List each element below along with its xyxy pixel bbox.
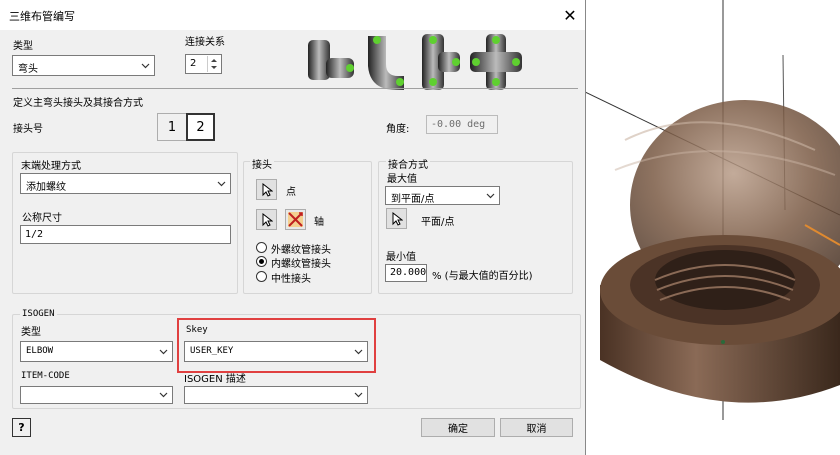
dialog-title: 三维布管编写 <box>9 10 75 23</box>
chevron-down-icon <box>354 349 363 355</box>
point-label: 点 <box>286 187 296 198</box>
min-value: 20.000 <box>390 267 427 278</box>
isogen-type-value: ELBOW <box>26 346 54 356</box>
connections-value: 2 <box>190 58 197 69</box>
item-code-label: ITEM-CODE <box>21 371 70 381</box>
female-thread-label: 内螺纹管接头 <box>271 259 331 270</box>
chevron-down-icon <box>141 63 150 69</box>
male-thread-radio[interactable] <box>256 242 267 253</box>
min-value-suffix: % (与最大值的百分比) <box>432 271 533 282</box>
connections-label: 连接关系 <box>185 37 225 48</box>
cursor-arrow-icon <box>392 211 403 226</box>
max-value: 到平面/点 <box>391 194 435 205</box>
cursor-arrow-icon <box>262 182 273 197</box>
min-value-field[interactable]: 20.000 <box>385 264 427 282</box>
elbow-model-render <box>585 0 840 420</box>
spinner-arrows[interactable] <box>207 56 220 72</box>
help-button[interactable]: ? <box>12 418 31 437</box>
nominal-size-label: 公称尺寸 <box>22 213 62 224</box>
isogen-desc-label: ISOGEN 描述 <box>184 374 246 385</box>
skey-label: Skey <box>186 325 208 335</box>
isogen-desc-select[interactable] <box>184 386 368 404</box>
pipe-authoring-dialog: 三维布管编写 ✕ 类型 弯头 连接关系 2 定义主弯头接头及其接合方式 接头号 … <box>0 0 586 455</box>
item-code-select[interactable] <box>20 386 173 404</box>
neutral-connector-label: 中性接头 <box>271 274 311 285</box>
type-select[interactable]: 弯头 <box>12 55 155 76</box>
tee-fitting-icon <box>422 34 460 90</box>
straight-fitting-icon <box>308 40 354 80</box>
min-value-label: 最小值 <box>386 252 416 263</box>
neutral-connector-radio[interactable] <box>256 271 267 282</box>
elbow-fitting-icon <box>368 36 404 90</box>
connector-1-button[interactable]: 1 <box>157 113 186 141</box>
end-treatment-select[interactable]: 添加螺纹 <box>20 173 231 194</box>
chevron-down-icon <box>354 392 363 398</box>
axis-flip-icon <box>288 212 303 227</box>
connector-2-button[interactable]: 2 <box>186 113 215 141</box>
divider <box>12 88 578 89</box>
nominal-size-value: 1/2 <box>25 229 44 240</box>
axis-label: 轴 <box>314 217 324 228</box>
define-header: 定义主弯头接头及其接合方式 <box>13 98 143 109</box>
chevron-down-icon <box>217 181 226 187</box>
angle-field: -0.00 deg <box>426 115 498 134</box>
select-plane-point-button[interactable] <box>386 208 407 229</box>
chevron-down-icon <box>486 193 495 199</box>
connector-number-label: 接头号 <box>13 124 43 135</box>
fitting-type-icons <box>308 34 522 90</box>
chevron-down-icon <box>159 349 168 355</box>
plane-point-label: 平面/点 <box>421 217 455 228</box>
angle-label: 角度: <box>386 124 410 135</box>
skey-select[interactable]: USER_KEY <box>184 341 368 362</box>
skey-value: USER_KEY <box>190 346 234 356</box>
type-select-value: 弯头 <box>18 64 38 75</box>
isogen-type-label: 类型 <box>21 327 41 338</box>
female-thread-radio[interactable] <box>256 256 267 267</box>
connector-group-title: 接头 <box>250 156 274 171</box>
angle-value: -0.00 deg <box>431 119 486 130</box>
male-thread-label: 外螺纹管接头 <box>271 245 331 256</box>
flip-axis-button[interactable] <box>285 209 306 230</box>
max-value-select[interactable]: 到平面/点 <box>385 186 500 205</box>
chevron-down-icon <box>159 392 168 398</box>
close-icon[interactable]: ✕ <box>556 2 584 28</box>
select-axis-button[interactable] <box>256 209 277 230</box>
select-point-button[interactable] <box>256 179 277 200</box>
connections-spinner[interactable]: 2 <box>185 54 222 74</box>
title-bar: 三维布管编写 ✕ <box>0 0 585 30</box>
cross-fitting-icon <box>470 34 522 90</box>
end-treatment-title: 末端处理方式 <box>21 161 81 172</box>
type-label: 类型 <box>13 41 33 52</box>
model-viewport[interactable] <box>585 0 840 455</box>
end-treatment-value: 添加螺纹 <box>26 182 66 193</box>
isogen-type-select[interactable]: ELBOW <box>20 341 173 362</box>
ok-button[interactable]: 确定 <box>421 418 495 437</box>
nominal-size-field[interactable]: 1/2 <box>20 225 231 244</box>
cursor-arrow-icon <box>262 212 273 227</box>
engagement-title: 接合方式 <box>386 156 430 171</box>
cancel-button[interactable]: 取消 <box>500 418 573 437</box>
isogen-title: ISOGEN <box>20 309 57 319</box>
max-value-label: 最大值 <box>387 174 417 185</box>
